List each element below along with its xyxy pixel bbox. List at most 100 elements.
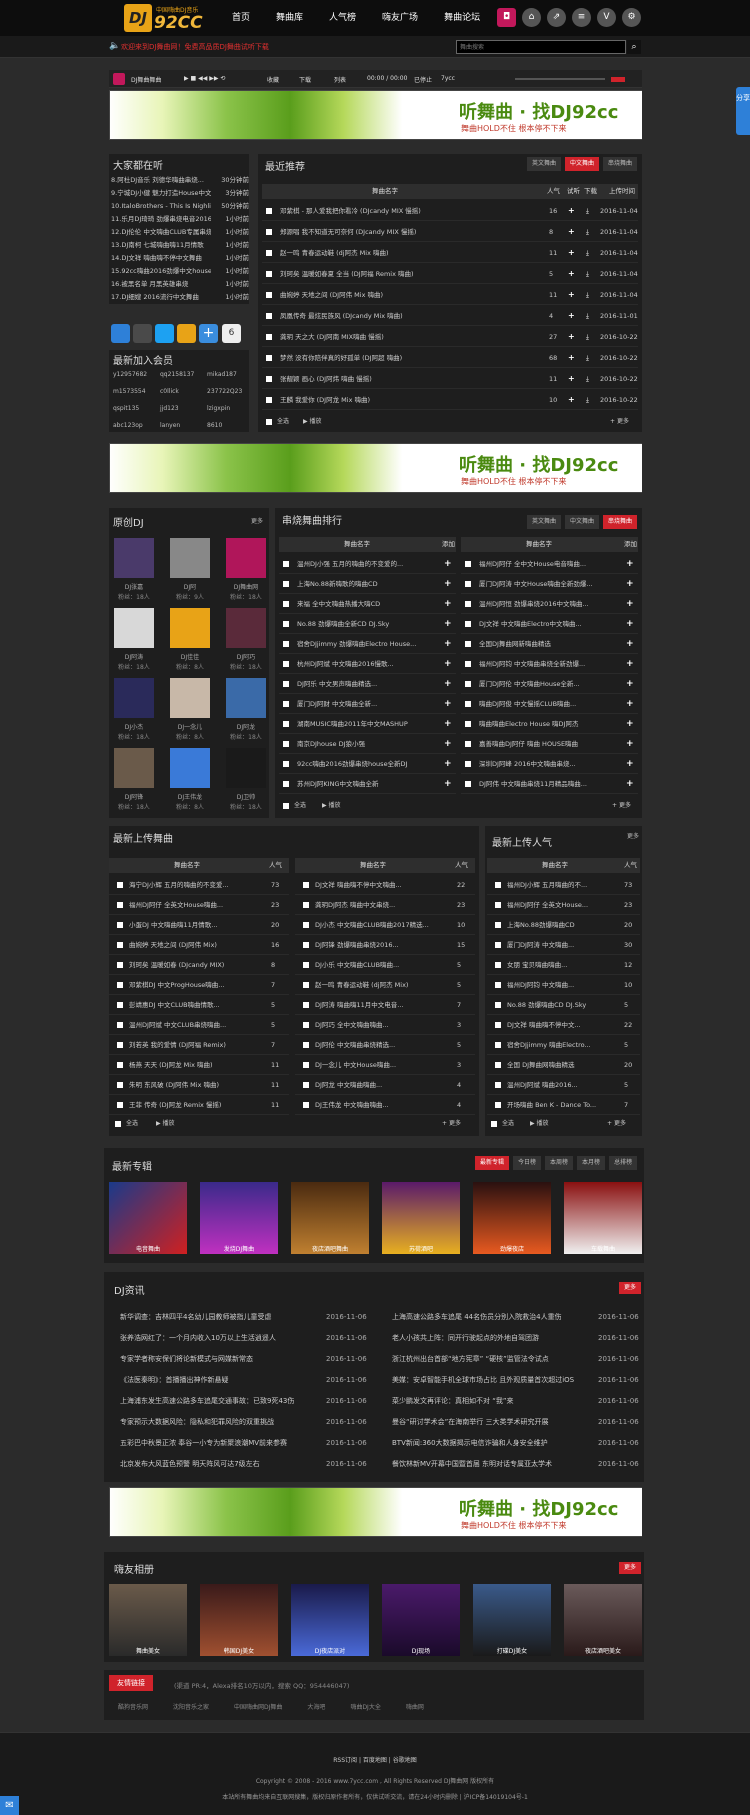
- row-checkbox[interactable]: [495, 942, 501, 948]
- dj-name[interactable]: DJ舞曲网: [221, 582, 271, 591]
- latest-song[interactable]: 福州DJ阿仔 全英文House嗨曲...: [129, 895, 264, 915]
- album-label[interactable]: 夜店酒吧舞曲: [291, 1244, 369, 1253]
- row-checkbox[interactable]: [495, 1022, 501, 1028]
- dj-avatar[interactable]: [226, 538, 266, 578]
- row-checkbox[interactable]: [465, 601, 471, 607]
- rank-row[interactable]: 全国DJ舞曲网新嗨曲精选 +: [461, 634, 638, 654]
- nav-square[interactable]: 嗨友广场: [382, 0, 418, 36]
- popular-song[interactable]: 全国 DJ舞曲网嗨曲精选: [507, 1055, 617, 1075]
- qq-share-icon[interactable]: [111, 324, 130, 343]
- row-checkbox[interactable]: [303, 922, 309, 928]
- download-icon[interactable]: ⤓: [586, 369, 589, 389]
- add-icon[interactable]: +: [626, 694, 634, 714]
- album-label[interactable]: 发烧DJ舞曲: [200, 1244, 278, 1253]
- popular-row[interactable]: 福州DJ阿钧 中文嗨曲... 10: [487, 975, 640, 995]
- latest-row[interactable]: 彭靖惠DJ 中文CLUB嗨曲情歌... 5: [109, 995, 289, 1015]
- album-label[interactable]: 劲爆夜店: [473, 1244, 551, 1253]
- popular-row[interactable]: 全国 DJ舞曲网嗨曲精选 20: [487, 1055, 640, 1075]
- popular-row[interactable]: 厦门DJ阿涛 中文嗨曲... 30: [487, 935, 640, 955]
- footer-links[interactable]: RSS订阅 | 百度地图 | 谷歌地图: [0, 1755, 750, 1764]
- row-checkbox[interactable]: [495, 1042, 501, 1048]
- add-share-icon[interactable]: +: [199, 324, 218, 343]
- member-name[interactable]: mikad187: [207, 371, 237, 378]
- dj-avatar[interactable]: [170, 608, 210, 648]
- latest-song[interactable]: 彭靖惠DJ 中文CLUB嗨曲情歌...: [129, 995, 264, 1015]
- news-item[interactable]: 浙江杭州出台首部“地方宪章” “硬核”监管法令试点: [392, 1350, 587, 1369]
- photo-label[interactable]: 舞曲美女: [109, 1646, 187, 1655]
- news-item[interactable]: 五彩巴中秋景正浓 奉谷一小专为新聚浪潮MV前来参赛: [120, 1434, 315, 1453]
- song-title[interactable]: 郑源唱 我不知道无可奈何 (DJcandy MIX 慢摇): [280, 222, 520, 242]
- popular-row[interactable]: 宿舍DJjimmy 嗨曲Electro... 5: [487, 1035, 640, 1055]
- song-title[interactable]: 凤凰传奇 最炫民族风 (DJcandy Mix 嗨曲): [280, 306, 520, 326]
- dj-avatar[interactable]: [114, 538, 154, 578]
- rank-row[interactable]: 杭州DJ阿斌 中文嗨曲2016慢歌... +: [279, 654, 456, 674]
- news-item[interactable]: 老人小孩共上阵：同开行驶起点的外地自驾团游: [392, 1329, 587, 1348]
- rank-row[interactable]: DJ阿伟 中文嗨曲串烧11月精品嗨曲... +: [461, 774, 638, 794]
- tab-total[interactable]: 总排榜: [609, 1156, 638, 1170]
- add-icon[interactable]: +: [626, 574, 634, 594]
- rank-song[interactable]: 苏州DJ阿KING中文嗨曲全新: [297, 774, 437, 794]
- row-checkbox[interactable]: [283, 681, 289, 687]
- row-checkbox[interactable]: [117, 882, 123, 888]
- dj-name[interactable]: DJ阿锋: [109, 792, 159, 801]
- news-more-button[interactable]: 更多: [619, 1282, 642, 1294]
- rank-song[interactable]: 全国DJ舞曲网新嗨曲精选: [479, 634, 619, 654]
- more-share-icon[interactable]: 6: [222, 324, 241, 343]
- dj-name[interactable]: DJ阿: [165, 582, 215, 591]
- row-checkbox[interactable]: [117, 1082, 123, 1088]
- latest-row[interactable]: DJ阿伦 中文嗨曲串烧精选... 5: [295, 1035, 475, 1055]
- row-checkbox[interactable]: [495, 1102, 501, 1108]
- add-icon[interactable]: +: [568, 327, 575, 347]
- row-checkbox[interactable]: [117, 942, 123, 948]
- download-icon[interactable]: ⤓: [586, 306, 589, 326]
- add-icon[interactable]: +: [444, 734, 452, 754]
- latest-row[interactable]: 杨燕 天天 (DJ阿龙 Mix 嗨曲) 11: [109, 1055, 289, 1075]
- news-item[interactable]: 新华调查：吉林四平4名幼儿园教师被指儿童受虐: [120, 1308, 315, 1327]
- chat-icon[interactable]: ✉: [0, 1796, 19, 1815]
- add-icon[interactable]: +: [626, 734, 634, 754]
- member-name[interactable]: qspit135: [113, 405, 139, 412]
- rank-row[interactable]: 福州DJ阿仔 全中文House电音嗨曲... +: [461, 554, 638, 574]
- recommend-play[interactable]: ▶ 播放: [303, 416, 322, 425]
- song-title[interactable]: 龚玥 天之大 (DJ阿南 MIX嗨曲 慢摇): [280, 327, 520, 347]
- rank-song[interactable]: 厦门DJ阿财 中文嗨曲全新...: [297, 694, 437, 714]
- download-icon[interactable]: ⤓: [586, 285, 589, 305]
- download-icon[interactable]: ⤓: [586, 243, 589, 263]
- latest-song[interactable]: DJ阿伦 中文嗨曲串烧精选...: [315, 1035, 450, 1055]
- song-row[interactable]: 赵一鸣 青春运动鞋 (dj阿杰 Mix 嗨曲) 11 + ⤓ 2016-11-04: [262, 243, 638, 263]
- latest-song[interactable]: 龚玥DJ阿杰 嗨曲中文串烧...: [315, 895, 450, 915]
- fav-button[interactable]: 收藏: [267, 75, 279, 84]
- rank-song[interactable]: 嗨曲DJ阿俊 中文慢摇CLUB嗨曲...: [479, 694, 619, 714]
- add-icon[interactable]: +: [444, 574, 452, 594]
- song-row[interactable]: 龚玥 天之大 (DJ阿南 MIX嗨曲 慢摇) 27 + ⤓ 2016-10-22: [262, 327, 638, 347]
- friend-link[interactable]: 酷狗音乐网: [118, 1702, 148, 1711]
- dj-name[interactable]: DJ佳佳: [165, 652, 215, 661]
- download-icon[interactable]: ⤓: [586, 264, 589, 284]
- latest-song[interactable]: DJ阿涛 嗨曲嗨11月中文电音...: [315, 995, 450, 1015]
- latest-row[interactable]: DJ文祥 嗨曲嗨不停中文嗨曲... 22: [295, 875, 475, 895]
- friend-link[interactable]: 中国嗨曲网DJ舞曲: [234, 1702, 282, 1711]
- popular-song[interactable]: 宿舍DJjimmy 嗨曲Electro...: [507, 1035, 617, 1055]
- row-checkbox[interactable]: [465, 641, 471, 647]
- rank-row[interactable]: 温州DJ阿恒 劲爆串烧2016中文嗨曲... +: [461, 594, 638, 614]
- member-name[interactable]: y12957682: [113, 371, 147, 378]
- latest-row[interactable]: 海宁DJ小辉 五月的嗨曲的不变爱... 73: [109, 875, 289, 895]
- popular-song[interactable]: 上海No.88劲爆嗨曲CD: [507, 915, 617, 935]
- add-icon[interactable]: +: [626, 634, 634, 654]
- hot-item[interactable]: 17.DJ细嫂 2016流行中文舞曲: [111, 291, 211, 304]
- row-checkbox[interactable]: [495, 982, 501, 988]
- latest-song[interactable]: DJ文祥 嗨曲嗨不停中文嗨曲...: [315, 875, 450, 895]
- weibo-share-icon[interactable]: [155, 324, 174, 343]
- rank-song[interactable]: 厦门DJ阿伦 中文嗨曲House全新...: [479, 674, 619, 694]
- row-checkbox[interactable]: [303, 982, 309, 988]
- popular-row[interactable]: 温州DJ阿斌 嗨曲2016... 5: [487, 1075, 640, 1095]
- list-icon[interactable]: ≡: [572, 8, 591, 27]
- dj-avatar[interactable]: [114, 748, 154, 788]
- row-checkbox[interactable]: [495, 902, 501, 908]
- add-icon[interactable]: +: [444, 614, 452, 634]
- share-icon[interactable]: ⇗: [547, 8, 566, 27]
- download-button[interactable]: 下载: [299, 75, 311, 84]
- news-item[interactable]: 上海高速公路多车追尾 44名伤员分别入院救治4人重伤: [392, 1308, 587, 1327]
- row-checkbox[interactable]: [266, 397, 272, 403]
- add-icon[interactable]: +: [444, 654, 452, 674]
